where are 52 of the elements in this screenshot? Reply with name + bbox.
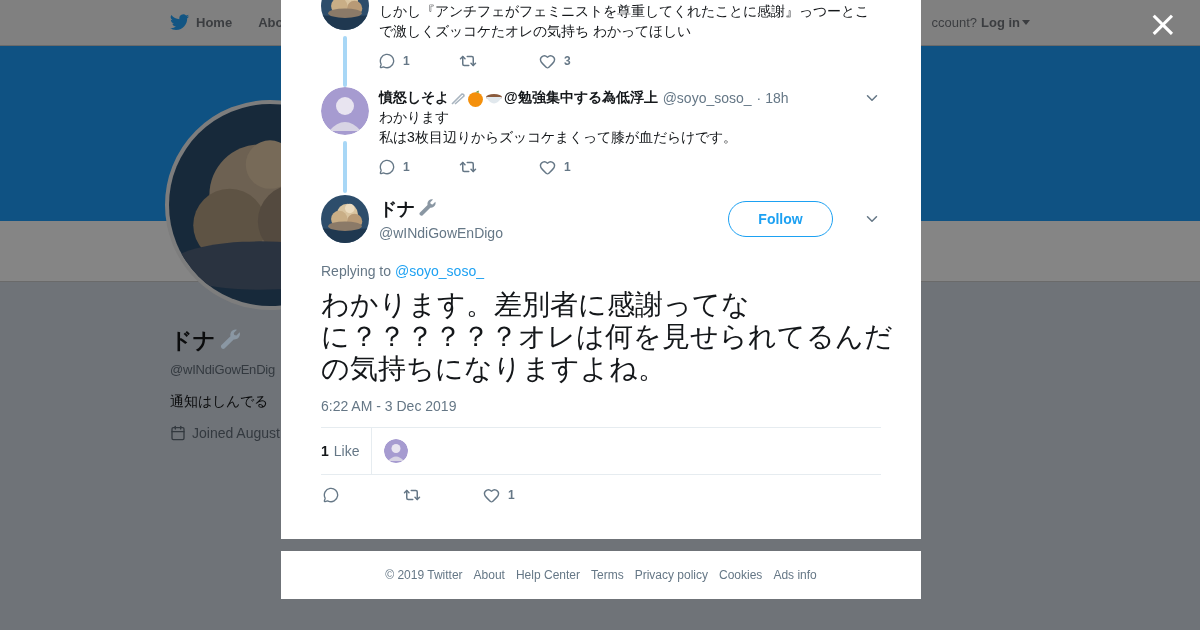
- like-count: 3: [564, 54, 571, 68]
- bird-icon: [170, 14, 190, 31]
- caret-icon: [1022, 20, 1030, 25]
- tweet-text: 私は3枚目辺りからズッコケまくって膝が血だらけです。: [379, 128, 738, 147]
- footer-link[interactable]: Terms: [591, 568, 624, 582]
- thread-line: [343, 141, 347, 193]
- tweet-text: わかります。差別者に感謝ってなに？？？？？？オレは何を見せられてるんだの気持ちになりますよね。: [321, 289, 894, 385]
- like-label: Like: [333, 443, 360, 459]
- login-link[interactable]: Log in: [981, 15, 1030, 30]
- reply-count: 1: [403, 160, 410, 174]
- like-count: 1: [508, 488, 515, 502]
- close-button[interactable]: ×: [1147, 6, 1178, 42]
- user-handle: @wINdiGowEnDigo: [379, 225, 504, 241]
- account-prompt: ccount?: [931, 15, 977, 30]
- tweet-text: で激しくズッコケたオレの気持ち わかってほしい: [379, 22, 692, 41]
- like-icon[interactable]: [539, 52, 556, 70]
- reply-icon[interactable]: [323, 487, 339, 503]
- footer-link[interactable]: © 2019 Twitter: [385, 568, 463, 582]
- profile-bio: 通知はしんでる: [170, 393, 269, 411]
- like-count: 1: [564, 160, 571, 174]
- replying-label: Replying to: [321, 263, 392, 279]
- avatar-icon: [384, 439, 409, 463]
- tweet-timestamp: 6:22 AM - 3 Dec 2019: [321, 398, 881, 428]
- safety-pin-icon: [450, 90, 466, 106]
- display-name[interactable]: ドナ: [379, 197, 415, 221]
- tweet-text: わかります: [379, 108, 450, 127]
- footer-link[interactable]: Cookies: [719, 568, 763, 582]
- follow-button[interactable]: Follow: [728, 201, 833, 237]
- footer-link[interactable]: Help Center: [515, 568, 580, 582]
- reply-icon[interactable]: [379, 159, 395, 175]
- reply-count: 1: [403, 54, 410, 68]
- tweet-text: しかし『アンチフェがフェミニストを尊重してくれたことに感謝』っつーとこ: [379, 2, 870, 21]
- avatar-icon: [321, 87, 369, 135]
- profile-name: ドナ: [170, 327, 216, 355]
- like-total: 1: [321, 443, 329, 459]
- profile-handle: @wINdiGowEnDig: [170, 362, 277, 377]
- display-name[interactable]: 憤怒しそよ: [379, 89, 449, 107]
- footer-link[interactable]: Ads info: [773, 568, 817, 582]
- home-link[interactable]: Home: [170, 14, 233, 31]
- like-icon[interactable]: [483, 486, 500, 504]
- thread-line: [343, 36, 347, 87]
- fruit-icon: [467, 89, 484, 107]
- like-icon[interactable]: [539, 158, 556, 176]
- joined-date: Joined August: [192, 425, 280, 441]
- tweet-time: · 18h: [756, 90, 789, 106]
- calendar-icon: [170, 425, 186, 441]
- mention-link[interactable]: @soyo_soso_: [395, 263, 484, 279]
- reply-icon[interactable]: [379, 53, 395, 69]
- footer-link[interactable]: About: [473, 568, 505, 582]
- footer-link[interactable]: Privacy policy: [634, 568, 708, 582]
- display-name[interactable]: @勉強集中する為低浮上: [504, 89, 658, 107]
- user-handle: @soyo_soso_: [662, 90, 752, 106]
